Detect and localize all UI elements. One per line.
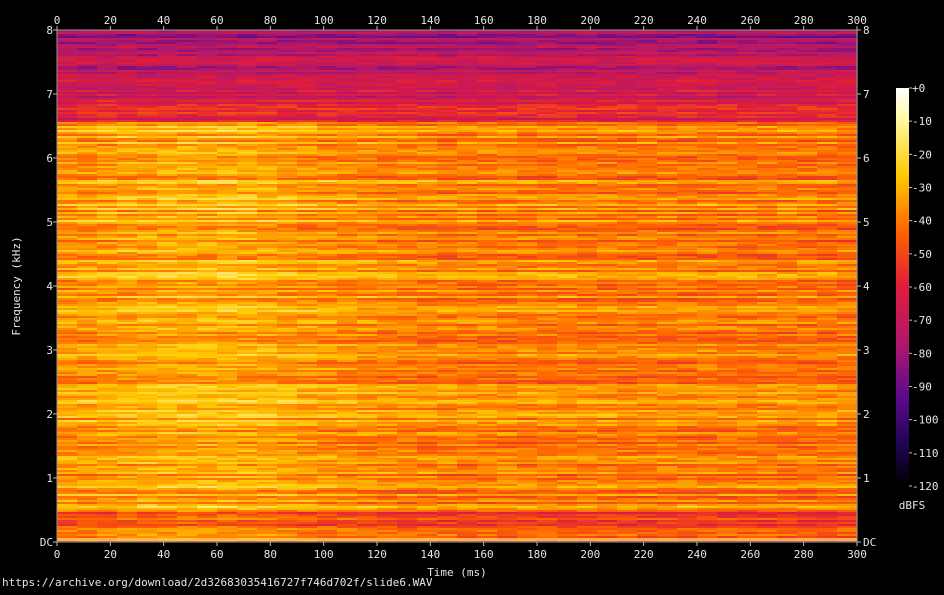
spectrogram-heatmap: [57, 30, 858, 543]
spectrogram-window: 0 20 40 60 80 100 120 140 160 180 200 220 240 260 280 3…: [0, 0, 944, 591]
spectrogram-chart: 0 20 40 60 80 100 120 140 160 180 200 220 240 260 280 3…: [10, 14, 939, 579]
